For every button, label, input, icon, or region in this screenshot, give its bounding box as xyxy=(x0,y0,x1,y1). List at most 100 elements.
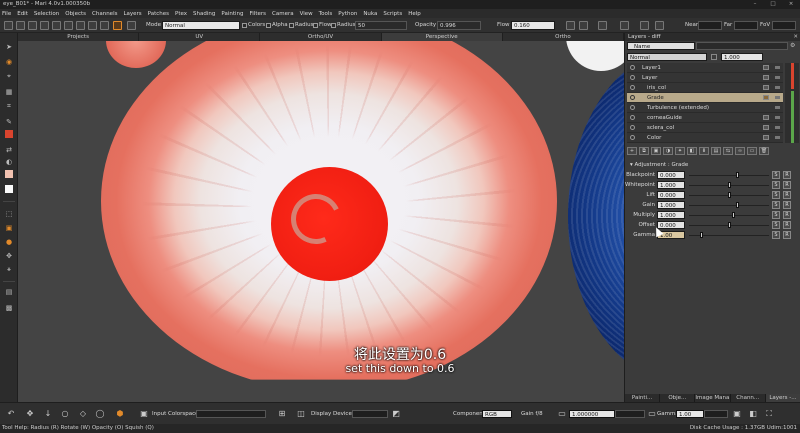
lock-icon[interactable] xyxy=(598,21,607,30)
blend-mode-dropdown[interactable]: Normal xyxy=(627,53,707,61)
adjustment-layer-icon[interactable]: ◑ xyxy=(663,147,673,155)
adjustment-section-header[interactable]: ▾ Adjustment : Grade xyxy=(627,161,799,169)
share-layer-icon[interactable]: ⇆ xyxy=(723,147,733,155)
tab-channels[interactable]: Chann... xyxy=(731,394,766,402)
colorspace-icon[interactable]: ▣ xyxy=(139,409,149,419)
param-slider-knob[interactable] xyxy=(728,182,731,188)
layer-row-cornea-guide[interactable]: corneaGuide xyxy=(627,113,783,123)
param-slider-track[interactable] xyxy=(689,215,769,216)
link-layer-icon[interactable]: ∞ xyxy=(735,147,745,155)
tab-layers[interactable]: Layers -... xyxy=(765,394,800,402)
visibility-eye-icon[interactable] xyxy=(630,95,635,100)
param-reset-icon[interactable]: R xyxy=(783,171,791,179)
param-slider-knob[interactable] xyxy=(731,212,735,218)
layer-mask-icon[interactable] xyxy=(775,96,780,99)
background-color-swatch[interactable] xyxy=(5,170,13,178)
param-slider-knob[interactable] xyxy=(728,222,731,228)
projector-icon[interactable] xyxy=(579,21,588,30)
mask-icon[interactable] xyxy=(88,21,97,30)
maximize-button[interactable]: □ xyxy=(764,0,782,9)
smudge-icon[interactable] xyxy=(52,21,61,30)
param-link-icon[interactable]: S xyxy=(772,231,780,239)
paint-through-icon[interactable]: ◉ xyxy=(4,57,14,66)
param-value-field[interactable]: 1.000 xyxy=(657,211,685,219)
menu-patches[interactable]: Patches xyxy=(148,11,169,17)
name-filter-dropdown[interactable]: Name xyxy=(627,42,695,50)
visibility-eye-icon[interactable] xyxy=(630,135,635,140)
stroke-icon[interactable] xyxy=(127,21,136,30)
param-slider-knob[interactable] xyxy=(735,172,739,178)
clip-icon[interactable]: ▣ xyxy=(732,409,742,419)
delete-layer-icon[interactable]: 🗑 xyxy=(759,147,769,155)
menu-filters[interactable]: Filters xyxy=(250,11,267,17)
rotate-tool-icon[interactable]: ○ xyxy=(60,409,70,419)
param-reset-icon[interactable]: R xyxy=(783,181,791,189)
fullscreen-icon[interactable]: ⛶ xyxy=(764,409,774,419)
projection-icon[interactable]: ▣ xyxy=(4,223,14,232)
param-slider-track[interactable] xyxy=(689,205,769,206)
layer-mask-icon[interactable] xyxy=(775,66,780,69)
tab-image-manager[interactable]: Image Mana... xyxy=(695,394,731,402)
colors-checkbox[interactable] xyxy=(242,23,247,28)
opacity-lock-icon[interactable] xyxy=(711,54,717,60)
input-colorspace-dropdown[interactable] xyxy=(196,410,266,418)
tab-ortho[interactable]: Ortho xyxy=(503,33,625,41)
param-reset-icon[interactable]: R xyxy=(783,191,791,199)
transform-icon[interactable]: ⌖ xyxy=(4,72,14,81)
close-button[interactable]: × xyxy=(782,0,800,9)
param-link-icon[interactable]: S xyxy=(772,191,780,199)
mode-dropdown[interactable]: Normal xyxy=(162,21,240,30)
gain-field[interactable]: 1.000000 xyxy=(569,410,615,418)
menu-selection[interactable]: Selection xyxy=(34,11,59,17)
wand-icon[interactable]: ⚹ xyxy=(4,265,14,274)
move-tool-icon[interactable]: ✥ xyxy=(25,409,35,419)
layer-row-turbulence[interactable]: Turbulence (extended) xyxy=(627,103,783,113)
layer-lock-icon[interactable] xyxy=(763,135,769,140)
menu-ptex[interactable]: Ptex xyxy=(175,11,187,17)
layout-icon[interactable]: ▤ xyxy=(4,287,14,296)
group-layer-icon[interactable]: ▣ xyxy=(651,147,661,155)
param-value-field[interactable]: 1.000 xyxy=(657,181,685,189)
visibility-eye-icon[interactable] xyxy=(630,85,635,90)
layer-mask-icon[interactable] xyxy=(775,76,780,79)
visibility-eye-icon[interactable] xyxy=(630,125,635,130)
radius2-checkbox[interactable] xyxy=(331,23,336,28)
flow-field[interactable]: 0.160 xyxy=(511,21,555,30)
menu-channels[interactable]: Channels xyxy=(92,11,117,17)
blur-icon[interactable] xyxy=(76,21,85,30)
param-link-icon[interactable]: S xyxy=(772,201,780,209)
param-slider-knob[interactable] xyxy=(728,192,731,198)
layer-mask-icon[interactable] xyxy=(775,126,780,129)
crop-icon[interactable]: ⌗ xyxy=(4,102,14,111)
layer-mask-icon[interactable] xyxy=(775,136,780,139)
param-reset-icon[interactable]: R xyxy=(783,221,791,229)
menu-help[interactable]: Help xyxy=(408,11,421,17)
param-link-icon[interactable]: S xyxy=(772,221,780,229)
fill-icon[interactable] xyxy=(40,21,49,30)
gamma-field[interactable]: 1.00 xyxy=(676,410,704,418)
opacity-field[interactable]: 0.996 xyxy=(437,21,481,30)
gear-icon[interactable] xyxy=(100,21,109,30)
layer-opacity-field[interactable]: 1.000 xyxy=(721,53,763,61)
swap-colors-icon[interactable]: ⇄ xyxy=(4,145,14,154)
layer-lock-icon[interactable] xyxy=(763,85,769,90)
param-reset-icon[interactable]: R xyxy=(783,201,791,209)
component-dropdown[interactable]: RGB xyxy=(482,410,512,418)
layer-mask-icon[interactable] xyxy=(775,116,780,119)
menu-file[interactable]: File xyxy=(2,11,11,17)
layer-row-layer1[interactable]: Layer1 xyxy=(627,63,783,73)
scale-tool-icon[interactable]: ◇ xyxy=(78,409,88,419)
tab-ortho-uv[interactable]: Ortho/UV xyxy=(260,33,382,41)
snapshot-icon[interactable] xyxy=(620,21,629,30)
reset-colors-icon[interactable]: ◐ xyxy=(4,157,14,166)
param-reset-icon[interactable]: R xyxy=(783,211,791,219)
near-field[interactable] xyxy=(698,21,722,30)
merge-layer-icon[interactable]: ⬇ xyxy=(699,147,709,155)
blue-eyeball-model[interactable] xyxy=(568,51,624,381)
menu-camera[interactable]: Camera xyxy=(272,11,294,17)
layer-lock-icon[interactable] xyxy=(763,115,769,120)
cache-layer-icon[interactable]: ▤ xyxy=(711,147,721,155)
menu-shading[interactable]: Shading xyxy=(193,11,215,17)
param-slider-track[interactable] xyxy=(689,175,769,176)
camera-icon[interactable] xyxy=(566,21,575,30)
